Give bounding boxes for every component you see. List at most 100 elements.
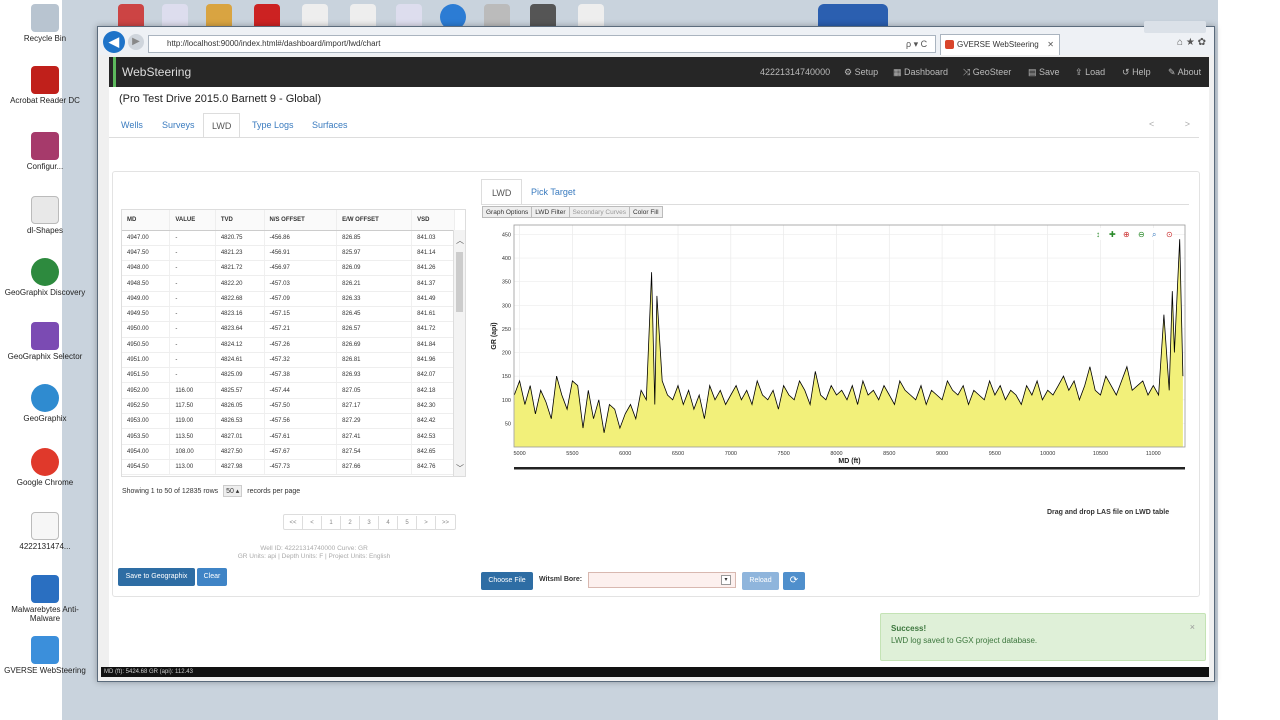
clear-button[interactable]: Clear [197,568,227,586]
table-cell: 4954.50 [122,459,171,476]
desktop-icon-geographix-selector[interactable]: GeoGraphix Selector [0,322,90,361]
nav-save[interactable]: ▤ Save [1028,57,1060,87]
desktop-icon-well-file[interactable]: 4222131474... [0,512,90,551]
page-number[interactable]: 2 [341,516,360,530]
table-row[interactable]: 4953.50 113.50 4827.01 -457.61 827.41 842.53 [122,428,455,445]
brand[interactable]: WebSteering [113,57,191,87]
browser-tab[interactable]: GVERSE WebSteering ✕ [940,34,1060,55]
desktop-icon-gverse[interactable]: GVERSE WebSteering [0,636,90,675]
close-icon[interactable]: × [1190,622,1195,632]
page-first[interactable]: << [284,516,303,530]
forward-button[interactable]: ▶ [128,34,144,50]
refresh-icon[interactable]: ⟳ [783,572,805,590]
table-cell: 4820.75 [215,230,265,246]
desktop-icon-geographix-discovery[interactable]: GeoGraphix Discovery [0,258,90,297]
save-to-geographix-button[interactable]: Save to Geographix [118,568,195,586]
reload-button[interactable]: Reload [742,572,779,590]
column-header[interactable]: N/S OFFSET [264,210,338,231]
nav-dashboard[interactable]: ▦ Dashboard [893,57,948,87]
table-row[interactable]: 4947.00-4820.75 -456.86 826.85 841.03 [122,230,455,246]
tooltip-icon[interactable]: ⌕ [1152,230,1156,239]
table-row[interactable]: 4950.00-4823.64 -457.21 826.57 841.72 [122,321,455,338]
secondary-curves-button[interactable]: Secondary Curves [568,206,630,218]
home-favorites-settings-icons[interactable]: ⌂ ★ ✿ [1177,37,1206,48]
back-button[interactable]: ◀ [103,31,125,53]
scroll-thumb[interactable] [456,252,463,312]
table-cell: - [169,321,216,338]
table-row[interactable]: 4948.50-4822.20 -457.03 826.21 841.37 [122,275,455,292]
window-controls[interactable] [1144,21,1206,33]
table-row[interactable]: 4947.50-4821.23 -456.91 825.97 841.14 [122,245,455,262]
table-cell: 4826.53 [215,413,265,430]
column-header[interactable]: TVD [215,210,265,231]
file-icon [31,512,59,540]
lwd-filter-button[interactable]: LWD Filter [531,206,570,218]
column-header[interactable]: VSD [411,210,455,231]
tab-surveys[interactable]: Surveys [154,113,203,138]
table-row[interactable]: 4952.50 117.50 4826.05 -457.50 827.17 842.30 [122,398,455,415]
graph-options-button[interactable]: Graph Options [482,206,533,218]
desktop-icon-recycle-bin[interactable]: Recycle Bin [0,4,90,43]
table-row[interactable]: 4951.50-4825.09 -457.38 826.93 842.07 [122,367,455,384]
page-number[interactable]: 1 [322,516,341,530]
page-prev[interactable]: < [303,516,322,530]
range-navigator[interactable] [514,467,1185,470]
zoom-out-icon[interactable]: ⊖ [1138,230,1145,239]
desktop-icon-acrobat[interactable]: Acrobat Reader DC [0,66,90,105]
table-row[interactable]: 4948.00-4821.72 -456.97 826.09 841.26 [122,260,455,277]
page-number[interactable]: 5 [398,516,417,530]
column-header[interactable]: VALUE [169,210,216,231]
table-row[interactable]: 4954.50 113.00 4827.98 -457.73 827.66 842.76 [122,459,455,476]
table-row[interactable]: 4949.50-4823.16 -457.15 826.45 841.61 [122,306,455,323]
table-row[interactable]: 4951.00-4824.61 -457.32 826.81 841.96 [122,352,455,369]
tab-lwd-chart[interactable]: LWD [481,179,523,205]
tool-move-icon[interactable]: ✚ [1109,230,1116,239]
color-fill-button[interactable]: Color Fill [628,206,663,218]
tab-lwd[interactable]: LWD [203,113,241,138]
address-controls[interactable]: ρ ▾ C [906,35,927,53]
browser-titlebar: ◀ ▶ http://localhost:9000/index.html#/da… [98,21,1214,55]
tab-close-icon[interactable]: ✕ [1047,35,1054,55]
table-cell: 842.30 [411,398,455,415]
desktop-icon-shapes[interactable]: dl-Shapes [0,196,90,235]
zoom-in-icon[interactable]: ⊕ [1123,230,1130,239]
table-cell: 4953.00 [122,413,171,430]
x-tick-label: 11000 [1146,451,1161,457]
nav-geosteer[interactable]: ⤨ GeoSteer [963,57,1011,87]
choose-file-button[interactable]: Choose File [481,572,533,590]
page-pager-arrows[interactable]: < > [1149,119,1204,129]
desktop-icon-configure[interactable]: Configur... [0,132,90,171]
nav-setup[interactable]: ⚙ Setup [844,57,878,87]
scroll-down-icon[interactable]: ﹀ [456,463,464,474]
tool-pan-icon[interactable]: ↕ [1096,230,1100,239]
table-row[interactable]: 4954.00 108.00 4827.50 -457.67 827.54 842.65 [122,444,455,460]
column-header[interactable]: E/W OFFSET [336,210,413,231]
table-row[interactable]: 4949.00-4822.68 -457.09 826.33 841.49 [122,291,455,307]
table-scrollbar[interactable]: ︿ ﹀ [453,230,465,476]
lock-icon[interactable]: ⊙ [1166,230,1173,239]
desktop-icon-geographix[interactable]: GeoGraphix [0,384,90,423]
tab-type-logs[interactable]: Type Logs [244,113,302,138]
desktop-icon-chrome[interactable]: Google Chrome [0,448,90,487]
table-row[interactable]: 4950.50-4824.12 -457.26 826.69 841.84 [122,337,455,353]
nav-about[interactable]: ✎ About [1168,57,1201,87]
page-next[interactable]: > [417,516,436,530]
column-header[interactable]: MD [122,210,171,231]
address-bar[interactable]: http://localhost:9000/index.html#/dashbo… [148,35,936,53]
witsml-bore-select[interactable]: ▾ [588,572,736,588]
tab-surfaces[interactable]: Surfaces [304,113,356,138]
page-number[interactable]: 3 [360,516,379,530]
page-number[interactable]: 4 [379,516,398,530]
tab-wells[interactable]: Wells [113,113,151,138]
tab-pick-target[interactable]: Pick Target [521,179,585,205]
table-row[interactable]: 4953.00 119.00 4826.53 -457.56 827.29 842.42 [122,413,455,430]
table-row[interactable]: 4952.00 116.00 4825.57 -457.44 827.05 842.18 [122,382,455,399]
scroll-up-icon[interactable]: ︿ [456,235,464,246]
page-last[interactable]: >> [436,516,455,530]
rows-per-page-select[interactable]: 50 ▴ [223,485,243,497]
desktop-icon-malwarebytes[interactable]: Malwarebytes Anti-Malware [0,575,90,623]
nav-help[interactable]: ↺ Help [1122,57,1151,87]
nav-load[interactable]: ⇪ Load [1075,57,1105,87]
lwd-table[interactable]: MD VALUE TVD N/S OFFSET E/W OFFSET VSD 4… [121,209,466,477]
gr-chart[interactable]: 50 100 150 200 250 300 350 400 450 5000 5500 6000 6… [486,221,1194,497]
